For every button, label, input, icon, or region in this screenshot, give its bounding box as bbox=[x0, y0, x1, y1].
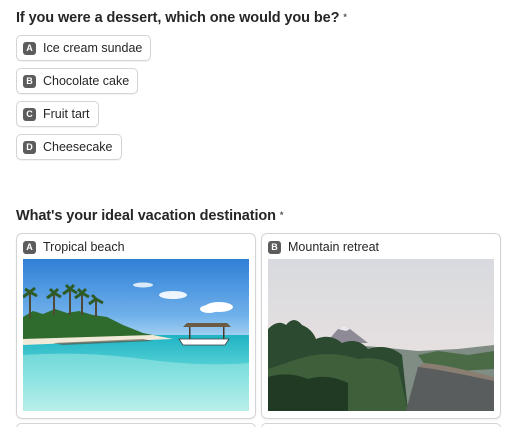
question-2-title: What's your ideal vacation destination * bbox=[16, 208, 283, 224]
mountain-retreat-image bbox=[268, 259, 494, 411]
question-1-text: If you were a dessert, which one would y… bbox=[16, 10, 340, 26]
option-label: Chocolate cake bbox=[43, 74, 130, 88]
option-ice-cream-sundae[interactable]: A Ice cream sundae bbox=[16, 35, 152, 61]
option-card-tropical-beach[interactable]: A Tropical beach bbox=[16, 233, 256, 419]
option-key-badge: C bbox=[23, 107, 36, 121]
card-header: A Tropical beach bbox=[23, 240, 125, 254]
question-1-title: If you were a dessert, which one would y… bbox=[16, 10, 347, 26]
option-key-badge: B bbox=[268, 240, 281, 254]
option-key-badge: A bbox=[23, 240, 36, 254]
option-label: Ice cream sundae bbox=[43, 41, 143, 55]
option-key-badge: B bbox=[23, 74, 36, 88]
option-label: Mountain retreat bbox=[288, 240, 380, 254]
option-chocolate-cake[interactable]: B Chocolate cake bbox=[16, 68, 139, 94]
option-key-badge: D bbox=[23, 140, 36, 154]
option-cheesecake[interactable]: D Cheesecake bbox=[16, 134, 122, 160]
option-label: Fruit tart bbox=[43, 107, 90, 121]
required-indicator: * bbox=[279, 210, 284, 220]
option-card-partial[interactable] bbox=[261, 423, 501, 427]
question-1-options: A Ice cream sundae B Chocolate cake C Fr… bbox=[16, 35, 152, 167]
option-fruit-tart[interactable]: C Fruit tart bbox=[16, 101, 99, 127]
option-card-partial[interactable] bbox=[16, 423, 256, 427]
required-indicator: * bbox=[343, 12, 347, 22]
option-key-badge: A bbox=[23, 41, 36, 55]
option-card-mountain-retreat[interactable]: B Mountain retreat bbox=[261, 233, 501, 419]
card-header: B Mountain retreat bbox=[268, 240, 379, 254]
question-2-text: What's your ideal vacation destination bbox=[16, 208, 276, 224]
tropical-beach-image bbox=[23, 259, 249, 411]
option-label: Tropical beach bbox=[43, 240, 125, 254]
option-label: Cheesecake bbox=[43, 140, 113, 154]
